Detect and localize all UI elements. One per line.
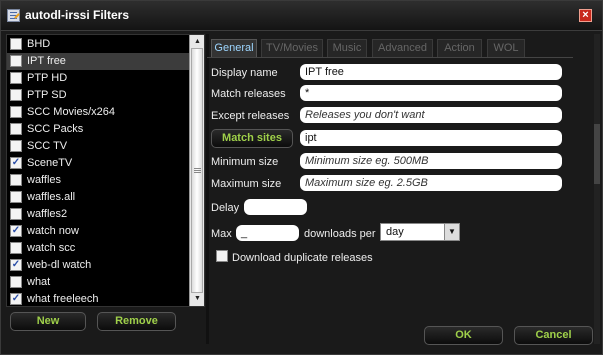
panel-scroll-thumb[interactable] [594,124,600,184]
list-item[interactable]: IPT free [7,53,189,70]
filter-enabled-checkbox[interactable]: ✓ [10,225,22,237]
list-item[interactable]: ✓ web-dl watch [7,257,189,274]
match-releases-input[interactable]: * [300,85,562,101]
filter-enabled-checkbox[interactable] [10,72,22,84]
list-item-label: SCC Packs [27,123,84,135]
panel-splitter[interactable] [206,34,209,344]
tab-advanced[interactable]: Advanced [372,39,433,57]
list-item[interactable]: ✓ what freeleech [7,291,189,306]
display-name-label: Display name [211,67,278,79]
list-item-label: BHD [27,38,51,50]
tab-tv-movies[interactable]: TV/Movies [261,39,323,57]
list-item-label: watch now [27,225,79,237]
downloads-per-label: downloads per [304,228,376,240]
list-item-label: waffles.all [27,191,76,203]
scroll-up-arrow-icon[interactable]: ▲ [190,36,204,48]
display-name-input[interactable]: IPT free [300,64,562,80]
filter-enabled-checkbox[interactable] [10,38,22,50]
list-item[interactable]: PTP HD [7,70,189,87]
filter-enabled-checkbox[interactable] [10,106,22,118]
list-item[interactable]: waffles.all [7,189,189,206]
list-item-label: waffles [27,174,62,186]
tab-wol[interactable]: WOL [487,39,525,57]
cancel-button[interactable]: Cancel [514,326,593,345]
except-releases-input[interactable]: Releases you don't want [300,107,562,123]
filter-list: BHD IPT free PTP HD PTP SD SCC Movies/x264 SC… [6,34,205,307]
grip-icon [194,168,201,169]
download-duplicates-label: Download duplicate releases [232,252,373,264]
list-item-label: PTP SD [27,89,67,101]
filter-enabled-checkbox[interactable] [10,123,22,135]
close-icon[interactable]: × [579,9,592,22]
list-item[interactable]: waffles [7,172,189,189]
filter-enabled-checkbox[interactable] [10,242,22,254]
filter-list-scrollbar[interactable]: ▲ ▼ [189,35,204,306]
minimum-size-input[interactable]: Minimum size eg. 500MB [300,153,562,169]
period-select-value: day [386,226,404,238]
filter-enabled-checkbox[interactable]: ✓ [10,259,22,271]
maximum-size-input[interactable]: Maximum size eg. 2.5GB [300,175,562,191]
filter-enabled-checkbox[interactable]: ✓ [10,157,22,169]
filters-window: autodl-irssi Filters × BHD IPT free PTP HD… [0,0,603,355]
match-releases-label: Match releases [211,88,286,100]
filter-enabled-checkbox[interactable] [10,276,22,288]
download-duplicates-checkbox[interactable] [216,250,228,262]
scroll-thumb[interactable] [191,48,203,293]
tab-music[interactable]: Music [327,39,367,57]
period-select[interactable]: day ▼ [380,223,460,241]
filter-enabled-checkbox[interactable] [10,191,22,203]
list-item[interactable]: SCC Packs [7,121,189,138]
list-item[interactable]: ✓ watch now [7,223,189,240]
list-item[interactable]: ✓ SceneTV [7,155,189,172]
list-item-label: SceneTV [27,157,73,169]
max-label: Max [211,228,232,240]
list-item-label: IPT free [27,55,66,67]
filter-enabled-checkbox[interactable] [10,140,22,152]
filter-enabled-checkbox[interactable] [10,174,22,186]
new-filter-button[interactable]: New [10,312,86,331]
list-item-label: web-dl watch [27,259,92,271]
scroll-down-arrow-icon[interactable]: ▼ [190,293,204,305]
tab-divider [207,57,573,58]
list-item[interactable]: watch scc [7,240,189,257]
max-downloads-input[interactable]: _ [236,225,299,241]
list-item[interactable]: waffles2 [7,206,189,223]
list-item[interactable]: what [7,274,189,291]
match-sites-input[interactable]: ipt [300,130,562,146]
maximum-size-label: Maximum size [211,178,282,190]
filter-enabled-checkbox[interactable] [10,55,22,67]
tab-general[interactable]: General [211,39,257,57]
delay-input[interactable] [244,199,307,215]
title-bar[interactable]: autodl-irssi Filters × [1,1,602,31]
minimum-size-label: Minimum size [211,156,279,168]
delay-label: Delay [211,202,240,214]
list-item[interactable]: BHD [7,36,189,53]
list-item-label: watch scc [27,242,76,254]
remove-filter-button[interactable]: Remove [97,312,176,331]
list-item[interactable]: SCC TV [7,138,189,155]
list-item-label: SCC Movies/x264 [27,106,116,118]
chevron-down-icon[interactable]: ▼ [444,224,459,240]
app-icon [7,9,20,22]
list-item-label: waffles2 [27,208,68,220]
filter-enabled-checkbox[interactable]: ✓ [10,293,22,305]
list-item-label: what freeleech [27,293,99,305]
ok-button[interactable]: OK [424,326,503,345]
list-item-label: PTP HD [27,72,68,84]
filter-enabled-checkbox[interactable] [10,208,22,220]
filter-enabled-checkbox[interactable] [10,89,22,101]
panel-scrollbar[interactable] [594,34,600,344]
list-item[interactable]: SCC Movies/x264 [7,104,189,121]
match-sites-button[interactable]: Match sites [211,129,293,148]
list-item-label: what [27,276,51,288]
window-title: autodl-irssi Filters [25,8,130,22]
tab-action[interactable]: Action [437,39,482,57]
except-releases-label: Except releases [211,110,290,122]
list-item[interactable]: PTP SD [7,87,189,104]
list-item-label: SCC TV [27,140,68,152]
